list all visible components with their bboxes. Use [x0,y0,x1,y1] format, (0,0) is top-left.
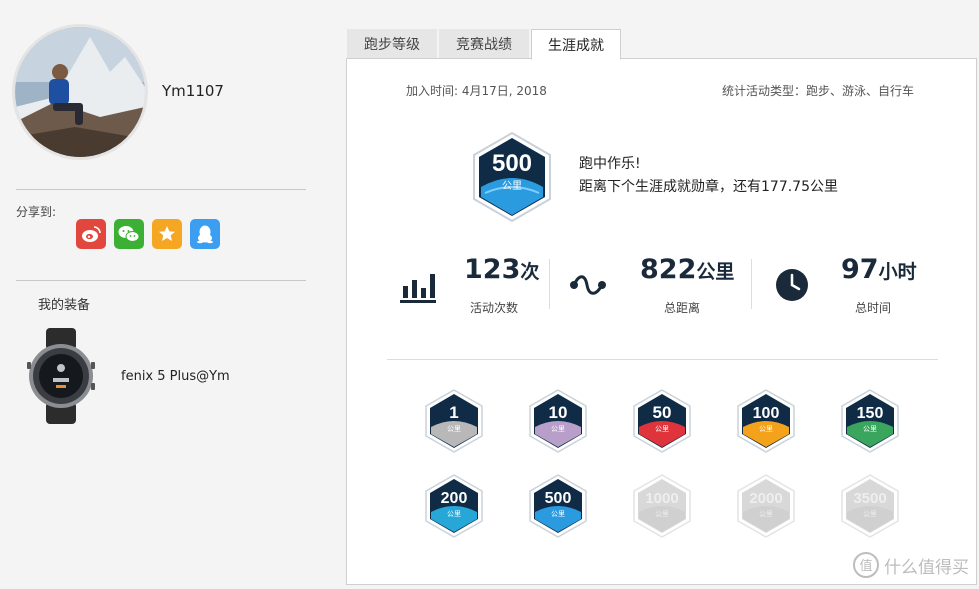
badge-unit: 公里 [759,510,773,518]
badge-unit: 公里 [447,425,461,433]
stat-time-caption: 总时间 [855,301,892,315]
divider [16,189,306,190]
badge-150km[interactable]: 150 公里 [840,389,900,453]
badge-unit: 公里 [551,510,565,518]
badge-10km[interactable]: 10 公里 [528,389,588,453]
badge-1km[interactable]: 1 公里 [424,389,484,453]
badge-unit: 公里 [655,425,669,433]
watermark: 值 什么值得买 [852,551,969,579]
badge-value: 1 [449,403,458,422]
stat-time-value: 97小时 [841,254,917,285]
avatar-photo [15,27,145,157]
badge-unit: 公里 [863,425,877,433]
weibo-share-button[interactable] [76,219,106,249]
badge-unit: 公里 [447,510,461,518]
badge-hexagon: 1000 公里 [633,474,691,538]
wechat-icon [118,226,140,242]
wechat-share-button[interactable] [114,219,144,249]
stat-activities-caption: 活动次数 [470,301,519,315]
qq-share-button[interactable] [190,219,220,249]
tab-bar: 跑步等级 竞赛战绩 生涯成就 [347,28,623,60]
username: Ym1107 [162,82,224,100]
tab-career-achievements[interactable]: 生涯成就 [531,29,621,60]
bar-chart-icon [400,274,436,303]
badge-unit: 公里 [759,425,773,433]
join-date: 加入时间: 4月17日, 2018 [406,84,547,98]
divider [549,259,550,309]
watermark-logo-icon: 值 [853,552,879,578]
badge-value: 100 [753,405,780,422]
badge-hexagon: 50 公里 [633,389,691,453]
badge-value: 3500 [853,490,886,507]
current-badge[interactable]: 500 公里 [471,131,553,223]
tab-running-level[interactable]: 跑步等级 [347,29,437,59]
weibo-icon [82,226,101,242]
badge-value: 500 [545,490,572,507]
watermark-text: 什么值得买 [884,557,969,578]
star-icon [159,226,175,241]
badge-unit: 公里 [655,510,669,518]
badge-3500km[interactable]: 3500 公里 [840,474,900,538]
badge-value: 2000 [749,490,782,507]
equipment-label: 我的装备 [38,298,91,313]
share-label: 分享到: [16,205,57,219]
badge-hexagon: 3500 公里 [841,474,899,538]
watch-image[interactable] [26,328,96,424]
current-badge-hexagon: 500 公里 [473,131,551,223]
badge-value: 1000 [645,490,678,507]
qq-penguin-icon [197,225,213,244]
badge-hexagon: 500 公里 [529,474,587,538]
badge-hexagon: 150 公里 [841,389,899,453]
device-name: fenix 5 Plus@Ym [121,369,230,384]
badge-hexagon: 100 公里 [737,389,795,453]
avatar[interactable] [12,24,148,160]
stat-activities-value: 123次 [464,254,540,285]
badge-value: 200 [441,490,468,507]
badge-hexagon: 1 公里 [425,389,483,453]
tab-race-results[interactable]: 竞赛战绩 [439,29,529,59]
svg-text:值: 值 [859,558,872,574]
qzone-share-button[interactable] [152,219,182,249]
divider [16,280,306,281]
badge-unit: 公里 [863,510,877,518]
badge-100km[interactable]: 100 公里 [736,389,796,453]
current-badge-unit: 公里 [502,180,522,192]
stat-distance: 822公里 总距离 [569,254,769,324]
share-buttons [76,219,220,249]
achievements-panel: 加入时间: 4月17日, 2018 统计活动类型：跑步、游泳、自行车 500 公… [346,58,977,585]
badge-2000km[interactable]: 2000 公里 [736,474,796,538]
badge-1000km[interactable]: 1000 公里 [632,474,692,538]
activity-types: 统计活动类型：跑步、游泳、自行车 [721,84,914,98]
badge-500km[interactable]: 500 公里 [528,474,588,538]
badge-hexagon: 2000 公里 [737,474,795,538]
watch-icon [27,328,95,424]
badge-value: 10 [549,403,568,422]
stat-time: 97小时 总时间 [774,254,974,324]
stat-distance-caption: 总距离 [664,301,701,315]
clock-icon [776,269,808,301]
badge-unit: 公里 [551,425,565,433]
stat-distance-value: 822公里 [640,254,735,285]
next-badge-message: 距离下个生涯成就勋章，还有177.75公里 [579,179,838,195]
badge-value: 50 [653,403,672,422]
badge-value: 150 [857,405,884,422]
badge-50km[interactable]: 50 公里 [632,389,692,453]
route-icon [570,275,606,295]
badge-hexagon: 200 公里 [425,474,483,538]
current-badge-value: 500 [492,150,532,177]
divider [387,359,938,360]
divider [751,259,752,309]
badge-hexagon: 10 公里 [529,389,587,453]
badge-200km[interactable]: 200 公里 [424,474,484,538]
achievement-message: 跑中作乐! [579,156,641,172]
